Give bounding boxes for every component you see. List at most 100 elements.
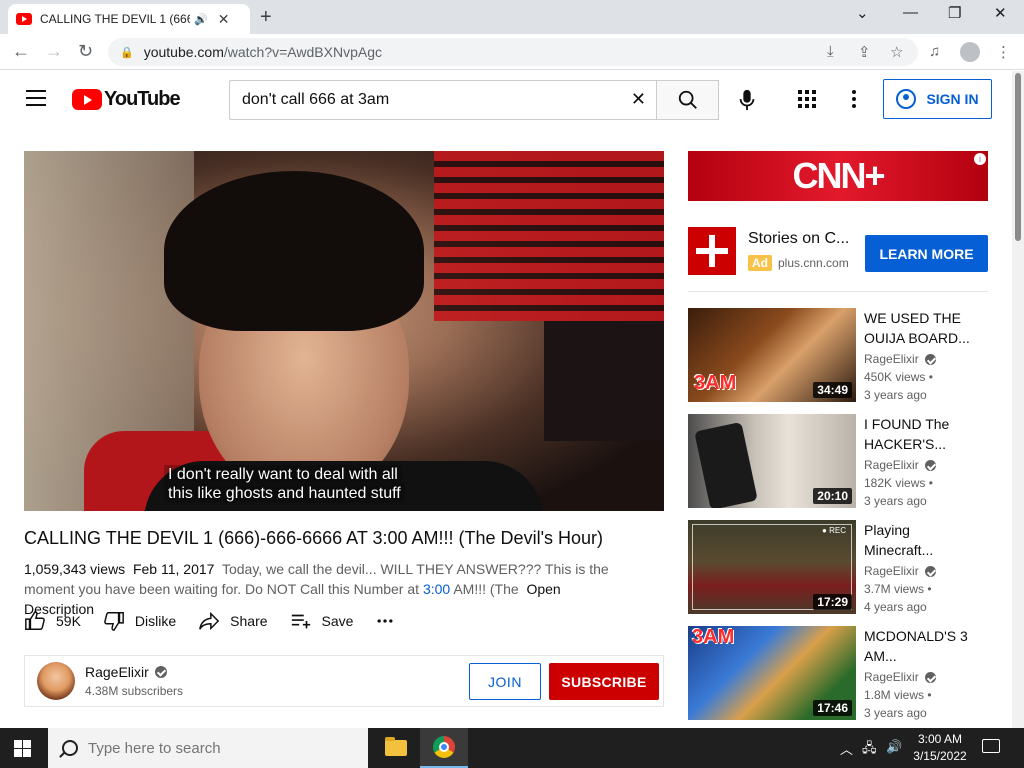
ad-banner-logo: CNN+ — [792, 155, 885, 196]
page-scrollbar[interactable] — [1012, 71, 1024, 728]
youtube-logo[interactable]: YouTube — [72, 88, 181, 111]
recommendation-thumbnail[interactable]: ● REC 17:29 — [688, 520, 856, 614]
video-duration: 17:46 — [813, 700, 852, 716]
file-explorer-button[interactable] — [372, 728, 420, 768]
youtube-play-logo-icon — [72, 89, 102, 110]
forward-arrow-icon[interactable]: → — [45, 41, 63, 62]
learn-more-button[interactable]: LEARN MORE — [865, 235, 988, 272]
account-icon — [896, 89, 917, 109]
windows-taskbar: ︿ 🖧 🔊 3:00 AM 3/15/2022 — [0, 728, 1024, 768]
dislike-button[interactable]: Dislike — [103, 610, 176, 632]
more-horizontal-icon — [377, 619, 393, 623]
notifications-icon[interactable] — [982, 739, 1000, 753]
browser-toolbar: ← → ↻ 🔒 youtube.com/watch?v=AwdBXNvpAgc … — [0, 34, 1024, 70]
recommendation-item[interactable]: 20:10 I FOUND The HACKER'S... RageElixir … — [688, 414, 998, 510]
video-frame-dark-panel — [544, 321, 664, 441]
search-field[interactable]: ✕ — [229, 80, 657, 120]
playlist-add-icon — [291, 614, 310, 629]
new-tab-button[interactable]: + — [260, 6, 272, 29]
search-button[interactable] — [656, 80, 719, 120]
share-page-icon[interactable]: ⇪ — [858, 43, 871, 61]
video-player[interactable]: I don't really want to deal with all thi… — [24, 151, 664, 511]
windows-start-icon[interactable] — [14, 740, 31, 757]
tab-audio-icon[interactable]: 🔊 — [194, 13, 208, 26]
ad-badge: Ad — [748, 255, 772, 271]
recommendation-title[interactable]: I FOUND The HACKER'S... — [864, 414, 984, 454]
media-controls-icon[interactable]: ♫ — [929, 43, 940, 60]
ad-logo[interactable] — [688, 227, 736, 275]
youtube-masthead: YouTube ✕ SIGN IN — [0, 71, 1012, 127]
taskbar-clock[interactable]: 3:00 AM 3/15/2022 — [912, 731, 968, 765]
timestamp-link[interactable]: 3:00 — [423, 581, 450, 597]
taskbar-search[interactable] — [48, 728, 368, 768]
dislike-label: Dislike — [134, 613, 177, 629]
window-close-button[interactable]: ✕ — [994, 4, 1007, 22]
tab-search-icon[interactable]: ⌄ — [856, 4, 869, 22]
restore-button[interactable]: ❐ — [948, 4, 961, 22]
bookmark-star-icon[interactable]: ☆ — [890, 43, 903, 61]
tab-close-icon[interactable]: ✕ — [218, 11, 230, 28]
browser-menu-icon[interactable]: ⋮ — [996, 43, 1011, 61]
search-input[interactable] — [242, 91, 622, 109]
recommendation-thumbnail[interactable]: 3AM 17:46 — [688, 626, 856, 720]
clear-search-icon[interactable]: ✕ — [631, 89, 646, 110]
recommendation-item[interactable]: ● REC 17:29 Playing Minecraft... RageElix… — [688, 520, 998, 616]
taskbar-search-input[interactable] — [88, 739, 348, 757]
show-hidden-icons-chevron-icon[interactable]: ︿ — [840, 739, 853, 758]
ad-info-icon[interactable]: i — [974, 153, 986, 165]
recommendation-channel: RageElixir — [864, 458, 936, 472]
upload-date: Feb 11, 2017 — [132, 561, 215, 577]
video-title: CALLING THE DEVIL 1 (666)-666-6666 AT 3:… — [24, 528, 604, 548]
youtube-wordmark: YouTube — [104, 88, 181, 110]
save-button[interactable]: Save — [290, 610, 354, 632]
share-button[interactable]: Share — [198, 610, 268, 632]
browser-tab-active[interactable]: CALLING THE DEVIL 1 (666)- 🔊 ✕ — [8, 4, 250, 34]
channel-name[interactable]: RageElixir — [85, 664, 149, 680]
recommendation-item[interactable]: 3AM 34:49 WE USED THE OUIJA BOARD... Rage… — [688, 308, 998, 404]
save-label: Save — [321, 613, 354, 629]
tab-title: CALLING THE DEVIL 1 (666)- — [40, 12, 190, 26]
recommendation-item[interactable]: 3AM 17:46 MCDONALD'S 3 AM... RageElixir 1… — [688, 626, 998, 722]
minimize-button[interactable]: — — [903, 4, 918, 21]
channel-avatar[interactable] — [37, 662, 75, 700]
chrome-icon — [433, 736, 455, 758]
voice-search-button[interactable] — [729, 82, 765, 118]
recommendation-title[interactable]: Playing Minecraft... — [864, 520, 984, 560]
thumbnail-label: 3AM — [694, 372, 737, 394]
search-icon — [678, 90, 697, 109]
url-path: /watch?v=AwdBXNvpAgc — [223, 44, 382, 60]
subscribe-button[interactable]: SUBSCRIBE — [549, 663, 659, 700]
share-label: Share — [230, 613, 268, 629]
verified-check-icon — [924, 671, 936, 683]
video-captions: I don't really want to deal with all thi… — [164, 465, 405, 503]
settings-menu-icon[interactable] — [852, 90, 858, 111]
clock-time: 3:00 AM — [917, 732, 963, 746]
ad-banner[interactable]: CNN+ i — [688, 151, 988, 201]
recommendation-title[interactable]: WE USED THE OUIJA BOARD... — [864, 308, 984, 348]
youtube-apps-icon[interactable] — [798, 90, 816, 108]
chrome-taskbar-button[interactable] — [420, 728, 468, 768]
sign-in-button[interactable]: SIGN IN — [883, 79, 992, 119]
network-icon[interactable]: 🖧 — [862, 739, 877, 761]
guide-menu-icon[interactable] — [26, 90, 46, 111]
ad-card: Stories on C... Ad plus.cnn.com LEARN MO… — [688, 227, 988, 287]
more-actions-button[interactable] — [375, 611, 405, 631]
volume-icon[interactable]: 🔊 — [886, 739, 902, 755]
recommendation-title[interactable]: MCDONALD'S 3 AM... — [864, 626, 984, 666]
recommendation-thumbnail[interactable]: 20:10 — [688, 414, 856, 508]
lock-icon[interactable]: 🔒 — [120, 46, 134, 59]
like-button[interactable]: 59K — [24, 610, 81, 632]
caption-line-1: I don't really want to deal with all — [164, 465, 402, 484]
reload-icon[interactable]: ↻ — [78, 41, 93, 62]
view-count: 1,059,343 views — [24, 561, 126, 577]
ad-title[interactable]: Stories on C... — [748, 230, 849, 248]
install-app-icon[interactable]: ⤓ — [827, 43, 834, 60]
address-bar[interactable]: 🔒 youtube.com/watch?v=AwdBXNvpAgc — [108, 38, 918, 66]
join-button[interactable]: JOIN — [469, 663, 541, 700]
profile-avatar-icon[interactable] — [960, 42, 980, 62]
back-arrow-icon[interactable]: ← — [12, 41, 30, 62]
scrollbar-thumb[interactable] — [1015, 73, 1021, 241]
channel-name-row[interactable]: RageElixir — [85, 664, 167, 680]
recommendation-age: 4 years ago — [864, 600, 927, 614]
recommendation-thumbnail[interactable]: 3AM 34:49 — [688, 308, 856, 402]
